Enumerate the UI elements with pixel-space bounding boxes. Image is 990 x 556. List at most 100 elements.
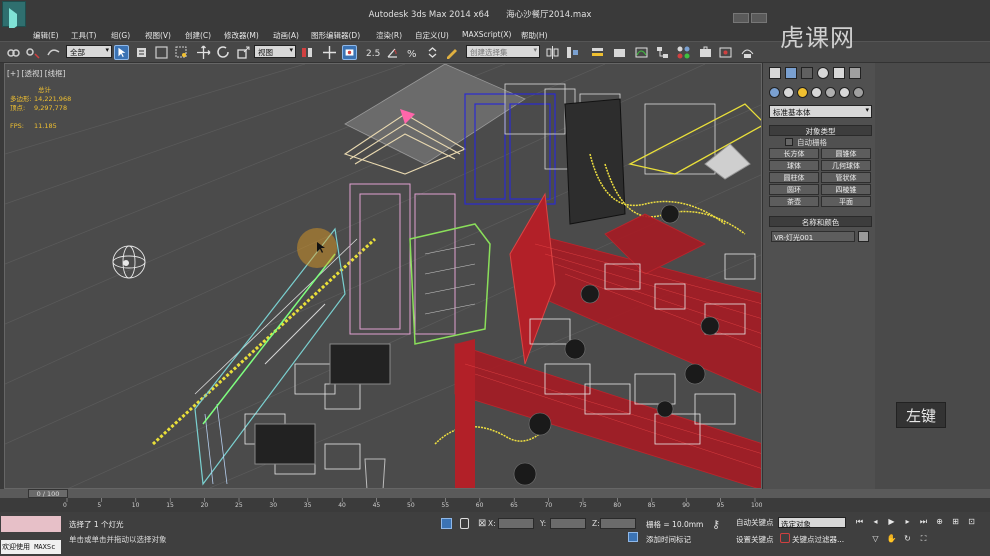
pan-icon[interactable]: ✋ bbox=[886, 534, 897, 545]
create-tab-icon[interactable] bbox=[769, 67, 781, 79]
autogrid-checkbox[interactable] bbox=[785, 138, 793, 146]
hierarchy-tab-icon[interactable] bbox=[801, 67, 813, 79]
menu-edit[interactable]: 编辑(E) bbox=[33, 30, 59, 41]
curve-editor-icon[interactable] bbox=[634, 45, 649, 60]
selection-filter-dropdown[interactable]: 全部 bbox=[66, 45, 112, 58]
key-icon[interactable]: ⚷ bbox=[712, 518, 720, 531]
material-editor-icon[interactable] bbox=[676, 45, 691, 60]
field-of-view-icon[interactable]: ▽ bbox=[870, 534, 881, 545]
render-production-icon[interactable] bbox=[740, 45, 755, 60]
z-coord-field[interactable] bbox=[600, 518, 636, 529]
bind-spacewarp-icon[interactable] bbox=[46, 45, 61, 60]
next-frame-icon[interactable]: ▸ bbox=[902, 517, 913, 528]
object-type-header[interactable]: 对象类型 bbox=[769, 125, 872, 136]
cameras-category-icon[interactable] bbox=[811, 87, 822, 98]
percent-snap-icon[interactable]: % bbox=[405, 45, 420, 60]
key-selection-dropdown[interactable]: 选定对象 bbox=[778, 517, 846, 529]
select-by-name-icon[interactable] bbox=[134, 45, 149, 60]
scale-icon[interactable] bbox=[236, 45, 251, 60]
time-tag-icon[interactable] bbox=[628, 532, 638, 542]
rendered-frame-icon[interactable] bbox=[718, 45, 733, 60]
add-time-tag[interactable]: 添加时间标记 bbox=[646, 534, 691, 545]
link-icon[interactable] bbox=[6, 45, 21, 60]
align-icon[interactable] bbox=[565, 45, 580, 60]
menu-animation[interactable]: 动画(A) bbox=[273, 30, 299, 41]
isolate-icon[interactable] bbox=[441, 518, 452, 529]
menu-views[interactable]: 视图(V) bbox=[145, 30, 171, 41]
select-object-icon[interactable] bbox=[114, 45, 129, 60]
time-slider[interactable]: 0 / 100 bbox=[28, 489, 68, 498]
unlink-icon[interactable] bbox=[26, 45, 41, 60]
plane-button[interactable]: 平面 bbox=[821, 196, 871, 207]
zoom-all-icon[interactable]: ⊞ bbox=[950, 517, 961, 528]
window-crossing-icon[interactable] bbox=[174, 45, 189, 60]
systems-category-icon[interactable] bbox=[853, 87, 864, 98]
rotate-icon[interactable] bbox=[216, 45, 231, 60]
reference-coord-dropdown[interactable]: 视图 bbox=[254, 45, 296, 58]
key-filter-icon[interactable] bbox=[780, 533, 790, 543]
primitive-type-dropdown[interactable]: 标准基本体 bbox=[769, 105, 872, 118]
move-icon[interactable] bbox=[196, 45, 211, 60]
menu-customize[interactable]: 自定义(U) bbox=[415, 30, 449, 41]
maxscript-mini-listener[interactable]: 欢迎使用 MAXSc bbox=[1, 540, 61, 554]
name-color-header[interactable]: 名称和颜色 bbox=[769, 216, 872, 227]
select-manipulate-icon[interactable] bbox=[322, 45, 337, 60]
modify-tab-icon[interactable] bbox=[785, 67, 797, 79]
tube-button[interactable]: 管状体 bbox=[821, 172, 871, 183]
viewport-label[interactable]: [+] [透视] [线框] bbox=[7, 68, 66, 79]
prev-frame-icon[interactable]: ◂ bbox=[870, 517, 881, 528]
angle-snap-icon[interactable] bbox=[385, 45, 400, 60]
edit-named-selection-icon[interactable] bbox=[444, 45, 459, 60]
object-color-swatch[interactable] bbox=[858, 231, 869, 242]
motion-tab-icon[interactable] bbox=[817, 67, 829, 79]
perspective-viewport[interactable]: [+] [透视] [线框] 总计 多边形: 14,221,968 顶点: 9,297… bbox=[4, 63, 762, 489]
menu-group[interactable]: 组(G) bbox=[111, 30, 130, 41]
maximize-viewport-icon[interactable]: ⛶ bbox=[918, 534, 929, 545]
keyboard-shortcut-icon[interactable] bbox=[342, 45, 357, 60]
orbit-icon[interactable]: ↻ bbox=[902, 534, 913, 545]
utilities-tab-icon[interactable] bbox=[849, 67, 861, 79]
y-coord-field[interactable] bbox=[550, 518, 586, 529]
set-key-button[interactable]: 设置关键点 bbox=[736, 534, 774, 545]
lock-selection-icon[interactable] bbox=[460, 518, 469, 529]
play-icon[interactable]: ▶ bbox=[886, 517, 897, 528]
menu-graph-editors[interactable]: 图形编辑器(D) bbox=[311, 30, 360, 41]
snaps-toggle-icon[interactable]: 2.5 bbox=[365, 45, 380, 60]
pivot-center-icon[interactable] bbox=[300, 45, 315, 60]
spacewarps-category-icon[interactable] bbox=[839, 87, 850, 98]
mirror-icon[interactable] bbox=[545, 45, 560, 60]
object-name-field[interactable]: VR-灯光001 bbox=[771, 231, 855, 242]
spinner-snap-icon[interactable] bbox=[425, 45, 440, 60]
zoom-extents-icon[interactable]: ⊡ bbox=[966, 517, 977, 528]
layer-manager-icon[interactable] bbox=[590, 45, 605, 60]
time-slider-bar[interactable]: 0 / 100 bbox=[0, 489, 990, 498]
track-bar[interactable]: 0 5 10 15 20 25 30 35 40 45 50 55 60 65 70 75 80 85 90 95 10… bbox=[0, 498, 990, 512]
auto-key-button[interactable]: 自动关键点 bbox=[736, 517, 774, 528]
render-setup-icon[interactable] bbox=[698, 45, 713, 60]
graphite-tools-icon[interactable] bbox=[612, 45, 627, 60]
restore-button[interactable] bbox=[751, 13, 767, 23]
zoom-icon[interactable]: ⊕ bbox=[934, 517, 945, 528]
schematic-view-icon[interactable] bbox=[655, 45, 670, 60]
geometry-category-icon[interactable] bbox=[769, 87, 780, 98]
x-coord-field[interactable] bbox=[498, 518, 534, 529]
goto-end-icon[interactable]: ⏭ bbox=[918, 517, 929, 528]
teapot-button[interactable]: 茶壶 bbox=[769, 196, 819, 207]
minimize-button[interactable] bbox=[733, 13, 749, 23]
menu-create[interactable]: 创建(C) bbox=[185, 30, 211, 41]
goto-start-icon[interactable]: ⏮ bbox=[854, 517, 865, 528]
display-tab-icon[interactable] bbox=[833, 67, 845, 79]
sphere-button[interactable]: 球体 bbox=[769, 160, 819, 171]
menu-modifiers[interactable]: 修改器(M) bbox=[224, 30, 259, 41]
menu-maxscript[interactable]: MAXScript(X) bbox=[462, 30, 511, 39]
geosphere-button[interactable]: 几何球体 bbox=[821, 160, 871, 171]
box-button[interactable]: 长方体 bbox=[769, 148, 819, 159]
key-filters-button[interactable]: 关键点过滤器... bbox=[792, 534, 844, 545]
torus-button[interactable]: 圆环 bbox=[769, 184, 819, 195]
menu-rendering[interactable]: 渲染(R) bbox=[376, 30, 402, 41]
cylinder-button[interactable]: 圆柱体 bbox=[769, 172, 819, 183]
rect-region-icon[interactable] bbox=[154, 45, 169, 60]
cone-button[interactable]: 圆锥体 bbox=[821, 148, 871, 159]
menu-help[interactable]: 帮助(H) bbox=[521, 30, 548, 41]
shapes-category-icon[interactable] bbox=[783, 87, 794, 98]
